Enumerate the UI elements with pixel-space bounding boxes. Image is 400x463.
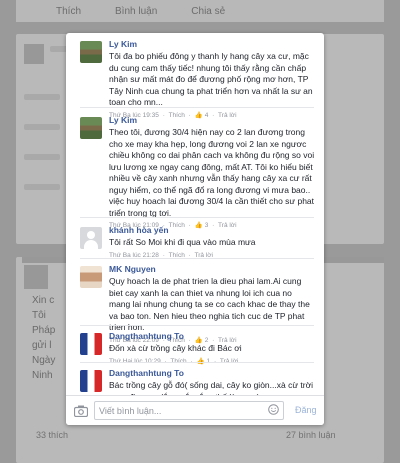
bg-like-count: 33 thích [36,430,69,440]
avatar[interactable] [80,266,102,288]
comment-body: Ly Kim Theo tôi, đương 30/4 hiện nay co … [109,115,315,230]
comment-author[interactable]: Ly Kim [109,115,315,126]
comment-text: Tôi đa bo phiếu đông y thanh ly hang cây… [109,51,313,107]
post-button[interactable]: Đăng [295,405,317,415]
comment-item: MK Nguyen Quy hoach la de phat trien la … [66,260,324,344]
divider [80,217,314,218]
avatar[interactable] [80,117,102,139]
camera-icon[interactable] [74,405,88,417]
bg-text-line [24,184,60,190]
comment-list[interactable]: Ly Kim Tôi đa bo phiếu đông y thanh ly h… [66,33,324,395]
avatar[interactable] [80,370,102,392]
comment-body: khánh hòa yến Tôi rất So Moi khi đi qua … [109,225,315,260]
comment-composer: Đăng [66,395,324,425]
bg-text-line [24,94,60,100]
comment-body: Dangthanhtung To Bác trồng cây gỗ đó( số… [109,368,315,395]
comment-input[interactable] [99,404,259,417]
comment-item: Dangthanhtung To Đốn xà cừ trồng cây khá… [66,327,324,365]
divider [80,258,314,259]
divider [80,325,314,326]
bg-comment-count: 27 bình luận [286,430,336,440]
comment-author[interactable]: Ly Kim [109,39,315,50]
avatar[interactable] [80,333,102,355]
avatar[interactable] [80,227,102,249]
divider [80,362,314,363]
comment-text: Đốn xà cừ trồng cây khác đi Bác ơi [109,343,242,353]
comment-author[interactable]: khánh hòa yến [109,225,315,236]
bg-avatar [24,44,44,64]
avatar[interactable] [80,41,102,63]
comment-text: Tôi rất So Moi khi đi qua vào mùa mưa [109,237,256,247]
comment-author[interactable]: MK Nguyen [109,264,315,275]
comment-body: Dangthanhtung To Đốn xà cừ trồng cây khá… [109,331,315,366]
comment-item: Dangthanhtung To Bác trồng cây gỗ đó( số… [66,364,324,395]
comment-item: Ly Kim Tôi đa bo phiếu đông y thanh ly h… [66,35,324,119]
comments-dialog: Ly Kim Tôi đa bo phiếu đông y thanh ly h… [66,33,324,425]
comment-field[interactable] [94,401,284,420]
bg-comment-action: Bình luận [115,5,158,17]
comment-text: Theo tôi, đương 30/4 hiện nay co 2 lan đ… [109,127,315,218]
comment-item: khánh hòa yến Tôi rất So Moi khi đi qua … [66,221,324,261]
divider [80,107,314,108]
comment-item: Ly Kim Theo tôi, đương 30/4 hiện nay co … [66,111,324,229]
bg-text-line [24,154,60,160]
bg-text-line [24,124,60,130]
bg-avatar [24,265,48,289]
bg-action-bar: Thích Bình luận Chia sẻ [16,0,384,22]
comment-text: Bác trồng cây gỗ đó( sống dai, cây ko gi… [109,380,314,395]
bg-like-action: Thích [56,5,82,17]
comment-author[interactable]: Dangthanhtung To [109,331,315,342]
bg-share-action: Chia sẻ [191,5,226,17]
comment-author[interactable]: Dangthanhtung To [109,368,315,379]
smiley-icon[interactable] [268,404,279,415]
